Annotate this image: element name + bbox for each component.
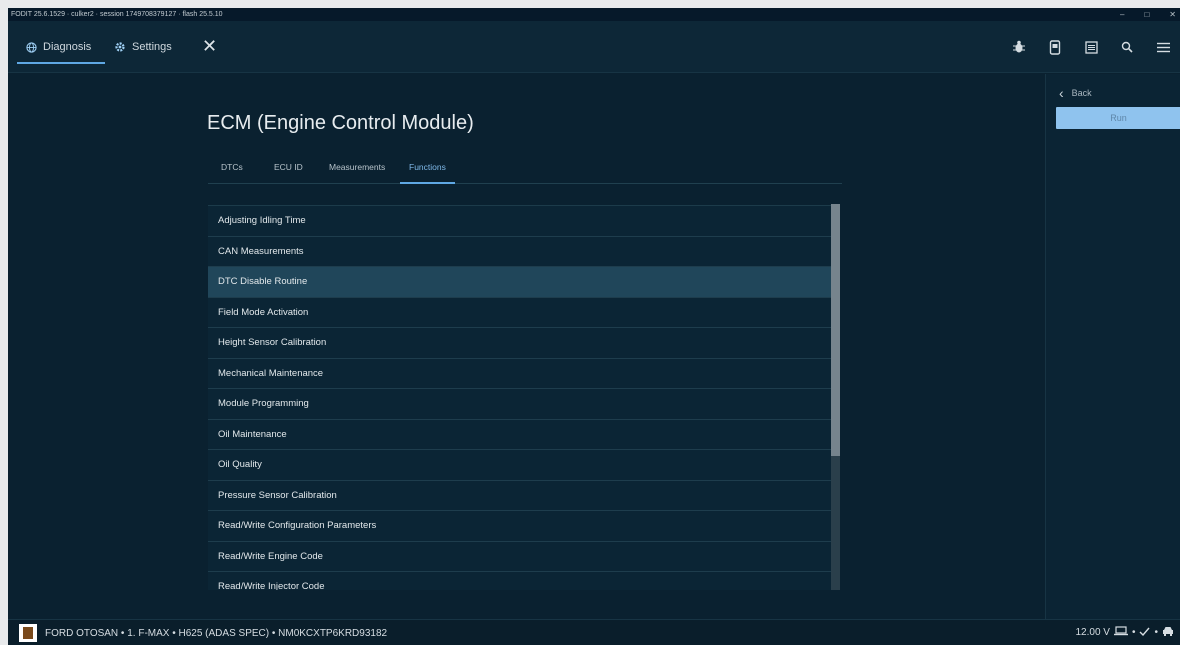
top-navigation: Diagnosis Settings ✕ <box>8 21 1180 73</box>
tab-diagnosis[interactable]: Diagnosis <box>16 21 106 73</box>
separator-dot: • <box>1131 627 1136 638</box>
list-item[interactable]: Read/Write Injector Code <box>208 572 834 590</box>
tab-settings[interactable]: Settings <box>114 21 172 73</box>
device-icon[interactable] <box>1046 38 1064 56</box>
subtab-ecu-id[interactable]: ECU ID <box>274 162 303 172</box>
module-subtabs: DTCs ECU ID Measurements Functions <box>208 152 842 184</box>
action-panel: ‹ Back Run <box>1045 74 1180 619</box>
list-item[interactable]: Oil Quality <box>208 450 834 481</box>
window-title: FODIT 25.6.1529 · culker2 · session 1749… <box>11 11 223 18</box>
page-title: ECM (Engine Control Module) <box>207 112 474 134</box>
title-bar: FODIT 25.6.1529 · culker2 · session 1749… <box>8 8 1180 21</box>
window-controls: – □ ✕ <box>1120 8 1176 21</box>
list-item[interactable]: Height Sensor Calibration <box>208 328 834 359</box>
window-close-button[interactable]: ✕ <box>1169 10 1176 19</box>
back-label: Back <box>1071 88 1092 98</box>
search-icon[interactable] <box>1118 38 1136 56</box>
list-item[interactable]: Field Mode Activation <box>208 297 834 328</box>
laptop-icon <box>1113 626 1128 639</box>
app-window: FODIT 25.6.1529 · culker2 · session 1749… <box>8 8 1180 645</box>
list-item[interactable]: Module Programming <box>208 389 834 420</box>
list-item[interactable]: CAN Measurements <box>208 236 834 267</box>
tab-diagnosis-label: Diagnosis <box>43 41 92 53</box>
subtab-dtcs[interactable]: DTCs <box>221 162 243 172</box>
document-icon[interactable] <box>1082 38 1100 56</box>
status-indicators: 12.00 V • • <box>1075 626 1174 639</box>
status-bar: FORD OTOSAN • 1. F-MAX • H625 (ADAS SPEC… <box>8 619 1180 645</box>
globe-icon <box>25 41 37 53</box>
maximize-button[interactable]: □ <box>1144 10 1149 19</box>
list-item[interactable]: Read/Write Configuration Parameters <box>208 511 834 542</box>
subtab-measurements[interactable]: Measurements <box>329 162 385 172</box>
scrollbar-thumb[interactable] <box>831 204 840 456</box>
list-item-selected[interactable]: DTC Disable Routine <box>208 267 834 298</box>
list-item[interactable]: Read/Write Engine Code <box>208 541 834 572</box>
vehicle-logo-icon <box>19 624 37 642</box>
check-icon <box>1139 627 1151 639</box>
back-button[interactable]: ‹ Back <box>1059 86 1092 100</box>
gear-icon <box>114 41 126 53</box>
separator-dot: • <box>1154 627 1158 638</box>
list-scrollbar[interactable] <box>831 204 840 590</box>
tab-settings-label: Settings <box>132 41 172 53</box>
list-item[interactable]: Pressure Sensor Calibration <box>208 480 834 511</box>
main-content: ECM (Engine Control Module) DTCs ECU ID … <box>8 74 1045 619</box>
minimize-button[interactable]: – <box>1120 10 1124 19</box>
voltage-readout: 12.00 V <box>1075 627 1110 638</box>
car-icon <box>1162 626 1174 639</box>
bug-icon[interactable] <box>1010 38 1028 56</box>
subtab-functions[interactable]: Functions <box>400 162 455 184</box>
list-item[interactable]: Oil Maintenance <box>208 419 834 450</box>
chevron-left-icon: ‹ <box>1059 85 1064 101</box>
functions-list: Adjusting Idling Time CAN Measurements D… <box>208 205 834 590</box>
run-button[interactable]: Run <box>1056 107 1180 129</box>
toolbar-icons <box>1010 35 1172 59</box>
list-item[interactable]: Adjusting Idling Time <box>208 206 834 237</box>
list-item[interactable]: Mechanical Maintenance <box>208 358 834 389</box>
vehicle-info: FORD OTOSAN • 1. F-MAX • H625 (ADAS SPEC… <box>45 628 388 639</box>
menu-icon[interactable] <box>1154 38 1172 56</box>
close-tab-button[interactable]: ✕ <box>202 35 217 57</box>
